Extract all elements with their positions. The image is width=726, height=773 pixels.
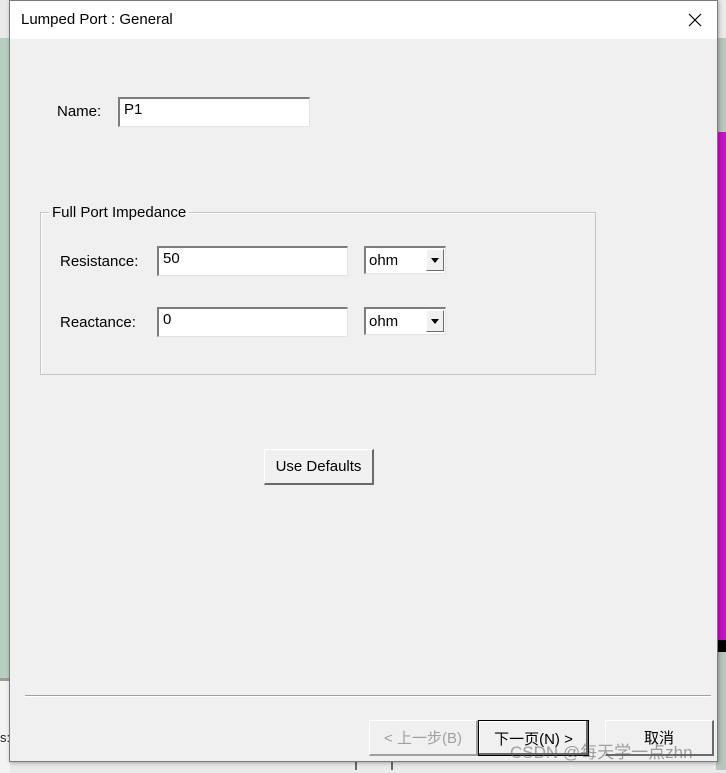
close-button[interactable] bbox=[673, 1, 717, 39]
dialog-title: Lumped Port : General bbox=[21, 11, 173, 28]
chevron-down-icon bbox=[431, 257, 439, 263]
dropdown-button[interactable] bbox=[426, 310, 444, 332]
footer-divider bbox=[25, 695, 711, 697]
resistance-label: Resistance: bbox=[60, 253, 139, 270]
resistance-input[interactable]: 50 bbox=[157, 246, 348, 276]
reactance-input[interactable]: 0 bbox=[157, 307, 348, 337]
reactance-unit-select[interactable]: ohm bbox=[364, 307, 446, 335]
dropdown-button[interactable] bbox=[426, 249, 444, 271]
resistance-unit-select[interactable]: ohm bbox=[364, 246, 446, 274]
close-icon bbox=[688, 13, 702, 27]
resistance-unit-value: ohm bbox=[369, 252, 399, 269]
reactance-unit-value: ohm bbox=[369, 313, 399, 330]
group-title: Full Port Impedance bbox=[49, 204, 190, 221]
watermark: CSDN @每天学一点zhn bbox=[510, 743, 693, 762]
name-input[interactable]: P1 bbox=[118, 97, 310, 127]
chevron-down-icon bbox=[431, 318, 439, 324]
lumped-port-dialog: Lumped Port : General Name: P1 Full Port… bbox=[9, 0, 718, 762]
name-label: Name: bbox=[57, 103, 102, 120]
reactance-label: Reactance: bbox=[60, 314, 136, 331]
use-defaults-button[interactable]: Use Defaults bbox=[264, 449, 374, 485]
title-bar[interactable]: Lumped Port : General bbox=[10, 1, 717, 39]
back-button[interactable]: < 上一步(B) bbox=[369, 720, 478, 756]
full-port-impedance-group: Full Port Impedance Resistance: 50 ohm R… bbox=[40, 204, 596, 375]
